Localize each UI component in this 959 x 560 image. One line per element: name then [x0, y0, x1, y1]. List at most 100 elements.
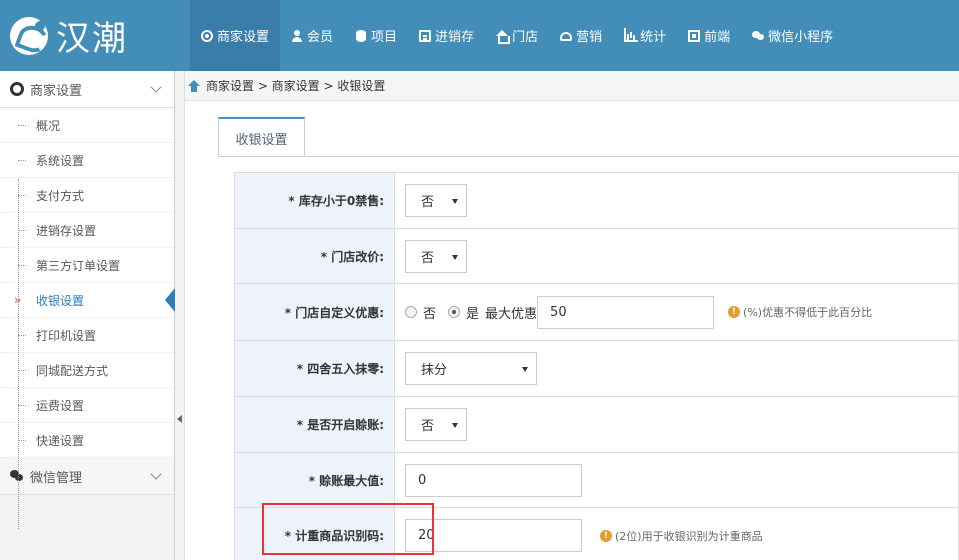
input-value: 50	[550, 304, 567, 320]
credit-max-input[interactable]: 0	[405, 463, 582, 497]
user-icon	[291, 29, 303, 42]
breadcrumb-text: 商家设置 > 商家设置 > 收银设置	[206, 79, 386, 93]
cashier-settings-form: * 库存小于0禁售: 否 * 门店改价: 否 * 门店自定义优惠: 否 是 最大…	[234, 172, 959, 560]
nav-stores[interactable]: 门店	[485, 0, 549, 71]
sidebar-item-label: 快递设置	[36, 433, 85, 448]
top-bar: 汉潮 商家设置 会员 项目 进销存 门店 营销 统计 前端 微信小程序	[0, 0, 959, 71]
weigh-code-label: * 计重商品识别码:	[235, 508, 395, 560]
nav-members[interactable]: 会员	[280, 0, 344, 71]
nav-label: 会员	[307, 30, 334, 45]
credit-select[interactable]: 否	[405, 408, 467, 441]
sidebar-item-label: 运费设置	[36, 398, 85, 413]
sidebar-item-local-delivery[interactable]: 同城配送方式	[0, 353, 174, 388]
nav-merchant-settings[interactable]: 商家设置	[190, 0, 281, 71]
sidebar-item-label: 打印机设置	[36, 328, 97, 343]
rounding-label: * 四舍五入抹零:	[235, 341, 395, 396]
form-row-credit: * 是否开启赊账: 否	[234, 396, 959, 452]
sidebar-item-printer-settings[interactable]: 打印机设置	[0, 318, 174, 353]
sidebar-item-label: 概况	[36, 118, 61, 133]
gear-icon	[10, 82, 24, 96]
sidebar: 商家设置 概况 系统设置 支付方式 进销存设置 第三方订单设置 » 收银设置 打印…	[0, 71, 175, 560]
input-value: 20	[418, 528, 435, 543]
select-value: 否	[421, 195, 435, 210]
nav-projects[interactable]: 项目	[344, 0, 408, 71]
tab-divider	[218, 156, 959, 157]
discount-no-label: 否	[423, 306, 437, 322]
nav-label: 门店	[512, 30, 539, 45]
nav-label: 前端	[704, 30, 731, 45]
nav-inventory[interactable]: 进销存	[408, 0, 485, 71]
discount-yes-label: 是	[466, 306, 480, 322]
chevron-down-icon	[150, 468, 162, 480]
gear-icon	[201, 29, 213, 42]
warning-icon: !	[600, 529, 612, 542]
sidebar-item-inventory-settings[interactable]: 进销存设置	[0, 213, 174, 248]
form-row-discount: * 门店自定义优惠: 否 是 最大优惠 50 ! (%)优惠不得低于此百分比	[234, 283, 959, 340]
sidebar-item-label: 系统设置	[36, 153, 85, 168]
nav-label: 微信小程序	[768, 30, 834, 45]
input-value: 0	[418, 472, 427, 488]
sidebar-group-wechat[interactable]: 微信管理	[0, 458, 174, 495]
nav-label: 进销存	[435, 30, 475, 45]
home-icon	[496, 29, 511, 44]
sidebar-item-label: 进销存设置	[36, 223, 97, 238]
nav-statistics[interactable]: 统计	[613, 0, 677, 71]
rounding-select[interactable]: 抹分	[405, 352, 537, 385]
nav-label: 统计	[640, 30, 667, 45]
discount-hint: ! (%)优惠不得低于此百分比	[728, 304, 872, 320]
tab-cashier-settings[interactable]: 收银设置	[218, 117, 305, 157]
bar-chart-icon	[624, 27, 639, 42]
sidebar-item-label: 第三方订单设置	[36, 258, 121, 273]
sidebar-item-system-settings[interactable]: 系统设置	[0, 143, 174, 178]
stock-select[interactable]: 否	[405, 184, 467, 217]
home-icon[interactable]	[188, 79, 201, 92]
nav-label: 项目	[371, 30, 398, 45]
stock-label: * 库存小于0禁售:	[235, 173, 395, 228]
price-select[interactable]: 否	[405, 239, 467, 273]
nav-wechat-miniprogram[interactable]: 微信小程序	[741, 0, 844, 71]
sidebar-item-shipping-fee[interactable]: 运费设置	[0, 388, 174, 423]
document-icon	[419, 29, 432, 42]
nav-marketing[interactable]: 营销	[549, 0, 613, 71]
sidebar-item-label: 收银设置	[36, 293, 85, 308]
brand-logo[interactable]: 汉潮	[0, 0, 187, 71]
weigh-code-input[interactable]: 20	[405, 519, 582, 552]
sidebar-item-overview[interactable]: 概况	[0, 108, 174, 143]
hint-text: (%)优惠不得低于此百分比	[743, 306, 873, 319]
sidebar-item-label: 同城配送方式	[36, 363, 109, 378]
sidebar-group-label: 微信管理	[30, 470, 83, 486]
sidebar-item-payment[interactable]: 支付方式	[0, 178, 174, 213]
warning-icon: !	[728, 306, 741, 318]
credit-max-label: * 赊账最大值:	[235, 453, 395, 507]
sidebar-group-merchant-settings[interactable]: 商家设置	[0, 71, 174, 108]
stack-icon	[355, 29, 367, 42]
discount-max-input[interactable]: 50	[537, 295, 715, 329]
sidebar-item-express-settings[interactable]: 快递设置	[0, 423, 174, 458]
form-row-rounding: * 四舍五入抹零: 抹分	[234, 340, 959, 396]
nav-label: 营销	[576, 30, 603, 45]
sidebar-tree-line	[18, 179, 19, 529]
price-label: * 门店改价:	[235, 229, 395, 283]
sidebar-collapse-handle[interactable]	[175, 71, 185, 560]
sidebar-item-label: 支付方式	[36, 188, 85, 203]
sidebar-item-third-party-orders[interactable]: 第三方订单设置	[0, 248, 174, 283]
main-nav: 商家设置 会员 项目 进销存 门店 营销 统计 前端 微信小程序	[190, 0, 844, 71]
tab-label: 收银设置	[235, 132, 288, 148]
select-value: 否	[421, 250, 435, 266]
form-row-credit-max: * 赊账最大值: 0	[234, 452, 959, 507]
weigh-code-hint: ! (2位)用于收银识别为计重商品	[600, 528, 763, 544]
hint-text: (2位)用于收银识别为计重商品	[615, 529, 763, 543]
nav-label: 商家设置	[217, 30, 270, 45]
discount-no-radio[interactable]	[405, 306, 417, 318]
brand-name: 汉潮	[56, 19, 128, 59]
screen-icon	[688, 29, 701, 42]
nav-frontend[interactable]: 前端	[677, 0, 741, 71]
form-row-weigh-code: * 计重商品识别码: 20 ! (2位)用于收银识别为计重商品	[234, 507, 959, 560]
sidebar-item-cashier-settings[interactable]: » 收银设置	[0, 283, 175, 318]
tag-icon	[560, 32, 573, 41]
discount-yes-radio[interactable]	[448, 306, 461, 318]
credit-label: * 是否开启赊账:	[235, 397, 395, 452]
select-value: 否	[421, 419, 435, 434]
logo-mark-icon	[10, 16, 48, 55]
discount-label: * 门店自定义优惠:	[235, 284, 395, 340]
